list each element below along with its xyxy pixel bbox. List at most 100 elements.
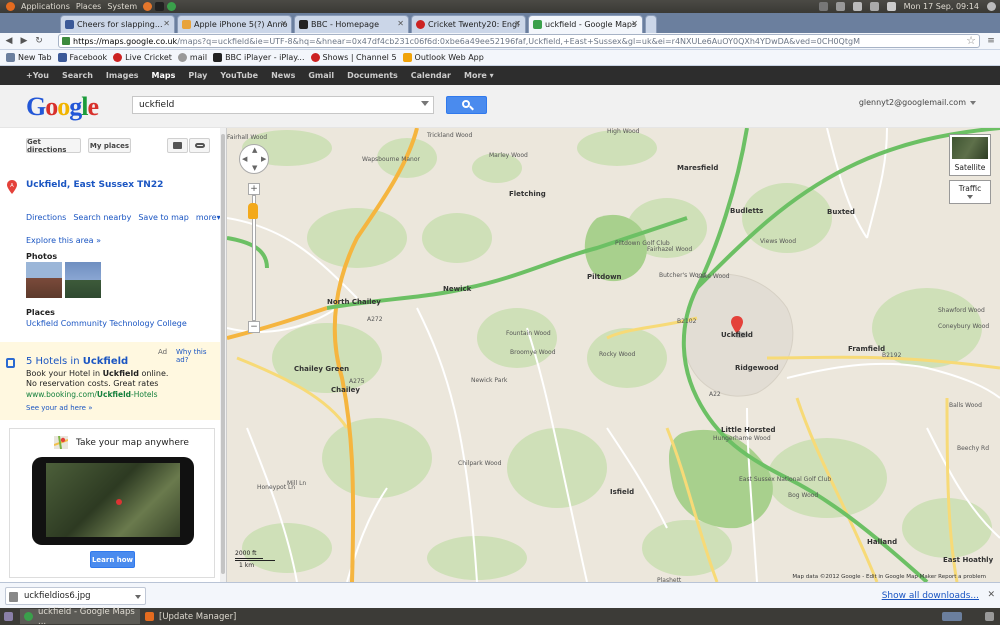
map-label[interactable]: East Sussex National Golf Club — [739, 476, 831, 483]
taskbar-item-update-manager[interactable]: [Update Manager] — [141, 609, 261, 624]
address-bar[interactable]: https://maps.google.co.uk/maps?q=uckfiel… — [58, 34, 980, 48]
new-tab-button[interactable] — [645, 15, 657, 33]
clock[interactable]: Mon 17 Sep, 09:14 — [904, 2, 979, 11]
map-label[interactable]: Wapsbourne Manor — [362, 156, 420, 163]
scrollbar-thumb[interactable] — [221, 134, 225, 574]
zoom-in-button[interactable]: + — [248, 183, 260, 195]
pan-down-icon[interactable]: ▼ — [252, 164, 257, 172]
download-item[interactable]: uckfieldios6.jpg — [5, 587, 146, 605]
place-link[interactable]: Uckfield Community Technology College — [26, 319, 187, 328]
network-icon[interactable] — [886, 2, 896, 11]
gbar-gmail[interactable]: Gmail — [308, 71, 334, 80]
gbar-plus-you[interactable]: +You — [26, 71, 49, 80]
map-label[interactable]: Isfield — [610, 488, 634, 496]
traffic-button[interactable]: Traffic — [949, 180, 991, 204]
map-label[interactable]: Uckfield — [721, 331, 753, 339]
map-label[interactable]: Framfield — [848, 345, 885, 353]
bookmark-facebook[interactable]: Facebook — [57, 53, 107, 62]
chrome-launcher-icon[interactable] — [167, 2, 177, 11]
directions-link[interactable]: Directions — [26, 213, 66, 222]
pan-left-icon[interactable]: ◀ — [242, 155, 247, 163]
map-label[interactable]: Ridgewood — [735, 364, 779, 372]
bookmark-mail[interactable]: mail — [177, 53, 207, 62]
map-label[interactable]: Fairhall Wood — [227, 134, 267, 141]
map-label[interactable]: A272 — [367, 316, 383, 323]
back-icon[interactable]: ◀ — [3, 35, 15, 47]
map-label[interactable]: Beechy Rd — [957, 445, 989, 452]
show-desktop-icon[interactable] — [4, 612, 13, 621]
gbar-calendar[interactable]: Calendar — [411, 71, 451, 80]
map-label[interactable]: Rocky Wood — [599, 351, 635, 358]
tab-cricket[interactable]: Cricket Twenty20: Engl ✕ — [411, 15, 526, 33]
map-label[interactable]: Chailey — [331, 386, 360, 394]
search-input[interactable]: uckfield — [132, 96, 434, 114]
map-label[interactable]: Lake Wood — [697, 273, 730, 280]
chevron-down-icon[interactable] — [135, 595, 141, 599]
ubuntu-logo-icon[interactable] — [6, 2, 15, 11]
battery-icon[interactable] — [869, 2, 879, 11]
map-label[interactable]: A22 — [709, 391, 721, 398]
map-label[interactable]: Newick — [443, 285, 471, 293]
account-menu[interactable]: glennyt2@googlemail.com — [859, 98, 976, 107]
map-label[interactable]: North Chailey — [327, 298, 381, 306]
gbar-news[interactable]: News — [271, 71, 295, 80]
map-label[interactable]: A275 — [349, 378, 365, 385]
close-icon[interactable]: ✕ — [987, 590, 995, 600]
map-label[interactable]: Chilpark Wood — [458, 460, 501, 467]
get-directions-button[interactable]: Get directions — [26, 138, 81, 154]
bookmark-bbc-iplayer[interactable]: BBC iPlayer - iPlay... — [213, 53, 305, 62]
ad-url[interactable]: www.booking.com/Uckfield-Hotels — [26, 390, 158, 399]
show-all-downloads-link[interactable]: Show all downloads... — [882, 591, 979, 601]
bookmark-star-icon[interactable]: ☆ — [966, 35, 976, 47]
map-label[interactable]: High Wood — [607, 128, 639, 135]
gbar-images[interactable]: Images — [106, 71, 139, 80]
satellite-toggle[interactable]: Satellite — [949, 134, 991, 176]
close-tab-icon[interactable]: ✕ — [280, 19, 287, 28]
why-this-ad-link[interactable]: Why this ad? — [176, 348, 220, 364]
marker-a-icon[interactable]: A — [7, 180, 17, 194]
map-label[interactable]: Fountain Wood — [506, 330, 551, 337]
terminal-launcher-icon[interactable] — [155, 2, 165, 11]
tab-apple[interactable]: Apple iPhone 5(?) Anno ✕ — [177, 15, 292, 33]
search-button[interactable] — [446, 96, 487, 114]
forward-icon[interactable]: ▶ — [18, 35, 30, 47]
map-label[interactable]: Bog Wood — [788, 492, 818, 499]
map-label[interactable]: Broomye Wood — [510, 349, 556, 356]
bookmark-channel5[interactable]: Shows | Channel 5 — [310, 53, 397, 62]
map-label[interactable]: B2192 — [882, 352, 901, 359]
taskbar-item-chrome[interactable]: uckfield - Google Maps ... — [20, 607, 140, 625]
zoom-out-button[interactable]: − — [248, 321, 260, 333]
gbar-youtube[interactable]: YouTube — [220, 71, 258, 80]
close-tab-icon[interactable]: ✕ — [514, 19, 521, 28]
map-label[interactable]: Views Wood — [760, 238, 796, 245]
map-label[interactable]: Little Horsted — [721, 426, 776, 434]
map-label[interactable]: B2102 — [677, 318, 696, 325]
close-tab-icon[interactable]: ✕ — [163, 19, 170, 28]
close-tab-icon[interactable]: ✕ — [631, 19, 638, 28]
print-button[interactable] — [167, 138, 188, 153]
pan-control[interactable]: ▲ ▼ ◀ ▶ — [239, 144, 269, 174]
more-link[interactable]: more▾ — [196, 213, 221, 222]
map-label[interactable]: Shawford Wood — [938, 307, 985, 314]
google-logo[interactable]: Google — [26, 92, 99, 122]
bookmark-live-cricket[interactable]: Live Cricket — [113, 53, 172, 62]
map-label[interactable]: Mill Ln — [287, 480, 306, 487]
close-tab-icon[interactable]: ✕ — [397, 19, 404, 28]
menu-system[interactable]: System — [107, 2, 137, 11]
workspace-switcher[interactable] — [942, 612, 962, 621]
pan-right-icon[interactable]: ▶ — [261, 155, 266, 163]
map-label[interactable]: Newick Park — [471, 377, 507, 384]
map-label[interactable]: Fairhazel Wood — [647, 246, 692, 253]
wrench-menu-icon[interactable]: ≡ — [985, 35, 997, 47]
map-label[interactable]: Chailey Green — [294, 365, 349, 373]
my-places-button[interactable]: My places — [88, 138, 131, 153]
see-your-ad-link[interactable]: See your ad here » — [26, 404, 93, 412]
reload-icon[interactable]: ↻ — [33, 35, 45, 47]
photo-thumbnail[interactable] — [26, 262, 62, 298]
bluetooth-icon[interactable] — [818, 2, 828, 11]
tab-google-maps[interactable]: uckfield - Google Maps ✕ — [528, 15, 643, 33]
mail-icon[interactable] — [835, 2, 845, 11]
learn-how-button[interactable]: Learn how — [90, 551, 135, 568]
bookmark-new-tab[interactable]: New Tab — [6, 53, 52, 62]
gbar-play[interactable]: Play — [188, 71, 207, 80]
